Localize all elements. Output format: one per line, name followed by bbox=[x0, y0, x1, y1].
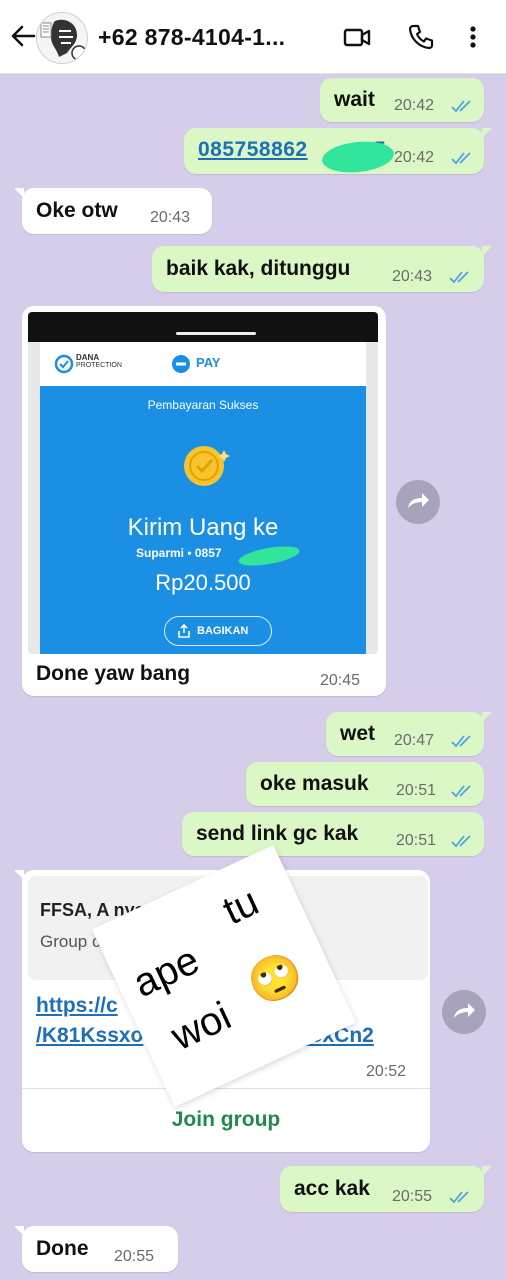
message-time: 20:55 bbox=[392, 1188, 433, 1205]
read-ticks-icon bbox=[451, 735, 471, 748]
message-time: 20:42 bbox=[394, 149, 435, 166]
read-ticks-icon bbox=[451, 785, 471, 798]
read-ticks-icon bbox=[451, 835, 471, 848]
message-text: Done bbox=[36, 1237, 89, 1260]
dana-shield-icon bbox=[54, 354, 74, 374]
dana-payment-card: Pembayaran Sukses Kirim Uang ke Suparmi … bbox=[40, 386, 366, 654]
dana-top-bar: DANA PROTECTION PAY bbox=[40, 342, 366, 386]
read-ticks-icon bbox=[451, 100, 471, 113]
message-bubble-outgoing[interactable]: send link gc kak 20:51 bbox=[182, 812, 484, 856]
message-text: wait bbox=[334, 88, 375, 111]
divider bbox=[22, 1088, 430, 1089]
message-text: oke masuk bbox=[260, 772, 369, 795]
payment-recipient: Suparmi • 0857 bbox=[136, 546, 222, 560]
message-bubble-outgoing[interactable]: baik kak, ditunggu 20:43 bbox=[152, 246, 492, 292]
phone-status-bar bbox=[28, 312, 378, 342]
success-coin-icon bbox=[184, 446, 230, 486]
message-time: 20:51 bbox=[396, 782, 437, 799]
read-ticks-icon bbox=[449, 271, 469, 284]
payment-headline: Kirim Uang ke bbox=[127, 514, 279, 541]
voice-call-icon[interactable] bbox=[406, 22, 436, 52]
message-bubble-outgoing[interactable]: 085758862 5 20:42 bbox=[184, 128, 492, 176]
image-message-bubble[interactable]: DANA PROTECTION PAY Pembayaran Sukses Ki… bbox=[22, 306, 386, 696]
message-text: acc kak bbox=[294, 1177, 370, 1200]
message-bubble-outgoing[interactable]: wait 20:42 bbox=[320, 78, 484, 122]
message-text: Oke otw bbox=[36, 199, 118, 222]
forward-arrow-icon bbox=[454, 1003, 475, 1018]
message-text: send link gc kak bbox=[196, 822, 359, 845]
message-bubble-outgoing[interactable]: oke masuk 20:51 bbox=[246, 762, 484, 806]
message-time: 20:55 bbox=[114, 1248, 155, 1265]
more-options-icon[interactable] bbox=[463, 22, 483, 52]
message-time: 20:51 bbox=[396, 832, 437, 849]
sticker-text-tu: tu bbox=[216, 879, 266, 934]
chat-header: +62 878-4104-1... bbox=[0, 0, 506, 74]
contact-avatar[interactable] bbox=[36, 12, 88, 64]
redaction-scribble bbox=[320, 138, 396, 176]
message-time: 20:45 bbox=[320, 672, 361, 689]
eye-roll-emoji-icon: 🙄 bbox=[239, 944, 312, 1014]
dana-brand-sub: PROTECTION bbox=[76, 362, 122, 369]
background-art bbox=[28, 342, 40, 654]
message-bubble-outgoing[interactable]: acc kak 20:55 bbox=[280, 1166, 492, 1212]
payment-screenshot-image[interactable]: DANA PROTECTION PAY Pembayaran Sukses Ki… bbox=[28, 312, 378, 654]
message-bubble-incoming[interactable]: Oke otw 20:43 bbox=[14, 188, 212, 234]
forward-button[interactable] bbox=[396, 480, 440, 524]
group-invite-link-line1-start[interactable]: https://c bbox=[36, 994, 118, 1018]
message-time: 20:47 bbox=[394, 732, 435, 749]
forward-arrow-icon bbox=[408, 493, 429, 508]
join-group-button[interactable]: Join group bbox=[22, 1108, 430, 1132]
dana-brand: DANA bbox=[76, 353, 100, 362]
message-time: 20:42 bbox=[394, 97, 435, 114]
background-art bbox=[366, 342, 378, 654]
contact-title[interactable]: +62 878-4104-1... bbox=[98, 24, 285, 51]
image-caption: Done yaw bang bbox=[36, 662, 191, 685]
forward-button[interactable] bbox=[442, 990, 486, 1034]
redaction-scribble bbox=[237, 542, 301, 570]
group-invite-link-line2-start[interactable]: /K81Kssxo bbox=[36, 1024, 143, 1048]
video-call-icon[interactable] bbox=[342, 22, 372, 52]
sticker-text-woi: woi bbox=[164, 993, 238, 1059]
message-time: 20:52 bbox=[366, 1063, 407, 1080]
back-arrow-icon[interactable] bbox=[10, 22, 36, 50]
message-time: 20:43 bbox=[150, 209, 191, 226]
payment-status: Pembayaran Sukses bbox=[147, 398, 259, 412]
share-button[interactable]: BAGIKAN bbox=[164, 616, 272, 646]
message-bubble-incoming[interactable]: Done 20:55 bbox=[14, 1226, 178, 1272]
read-ticks-icon bbox=[451, 152, 471, 165]
message-text: baik kak, ditunggu bbox=[166, 257, 351, 280]
phone-link[interactable]: 085758862 bbox=[198, 138, 308, 162]
read-ticks-icon bbox=[449, 1191, 469, 1204]
share-icon bbox=[178, 624, 190, 638]
message-text: wet bbox=[340, 722, 376, 745]
payment-amount: Rp20.500 bbox=[155, 570, 251, 595]
sticker-text-ape: ape bbox=[126, 937, 206, 1007]
dana-pay-icon bbox=[172, 355, 190, 373]
pay-label: PAY bbox=[196, 355, 221, 370]
message-time: 20:43 bbox=[392, 268, 433, 285]
message-bubble-outgoing[interactable]: wet 20:47 bbox=[326, 712, 492, 756]
avatar-image-icon bbox=[37, 13, 87, 63]
share-button-label: BAGIKAN bbox=[197, 625, 249, 637]
